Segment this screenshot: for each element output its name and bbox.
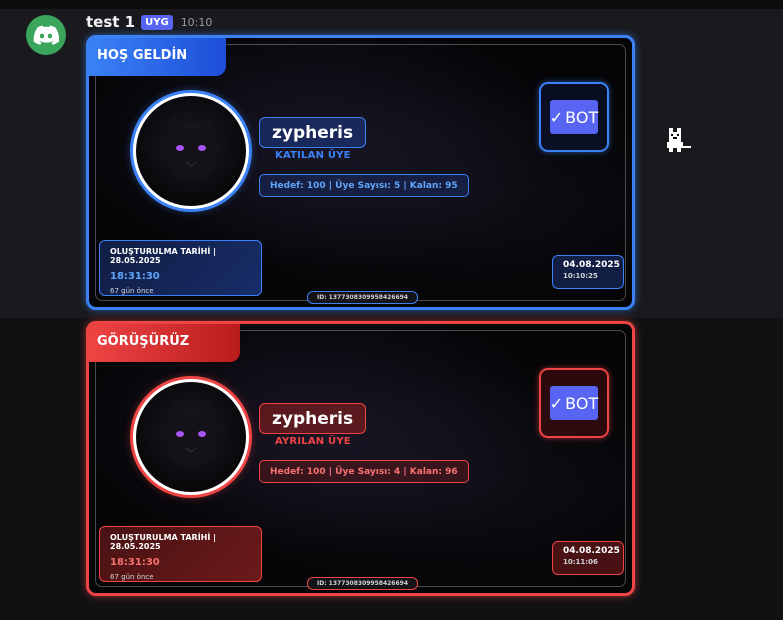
bot-badge-frame: ✓ BOT: [539, 368, 609, 438]
created-time: 18:31:30: [110, 271, 160, 282]
created-ago: 67 gün önce: [110, 287, 154, 295]
chat-top-edge: [0, 0, 783, 9]
account-created-box: OLUŞTURULMA TARİHİ | 28.05.2025 18:31:30…: [99, 240, 262, 296]
event-time: 10:11:06: [563, 558, 598, 566]
member-id: ID: 1377308309958426694: [307, 291, 418, 304]
card-title-banner: GÖRÜŞÜRÜZ: [89, 324, 240, 362]
account-created-box: OLUŞTURULMA TARİHİ | 28.05.2025 18:31:30…: [99, 526, 262, 582]
black-cat-avatar-icon: [164, 400, 218, 467]
created-time: 18:31:30: [110, 557, 160, 568]
goodbye-card-image[interactable]: GÖRÜŞÜRÜZ zypheris AYRILAN ÜYE Hedef: 10…: [86, 321, 635, 596]
checkmark-icon: ✓: [549, 393, 564, 413]
checkmark-icon: ✓: [549, 107, 564, 127]
member-username: zypheris: [259, 403, 367, 434]
member-avatar-ring: [133, 379, 249, 495]
bot-badge: ✓ BOT: [550, 386, 598, 420]
member-stats: Hedef: 100 | Üye Sayısı: 5 | Kalan: 95: [259, 174, 469, 197]
pixel-cat-icon: [667, 128, 691, 152]
member-action-label: AYRILAN ÜYE: [275, 436, 351, 447]
bot-badge-label: BOT: [565, 393, 599, 413]
created-ago: 67 gün önce: [110, 573, 154, 581]
member-id: ID: 1377308309958426694: [307, 577, 418, 590]
discord-logo-icon: [33, 25, 59, 45]
event-date-box: 04.08.2025 10:10:25: [552, 255, 624, 289]
app-tag-badge: UYG: [141, 14, 173, 30]
created-date-label: OLUŞTURULMA TARİHİ | 28.05.2025: [110, 533, 217, 551]
created-date-label: OLUŞTURULMA TARİHİ | 28.05.2025: [110, 247, 217, 265]
event-date: 04.08.2025: [563, 546, 620, 556]
member-avatar: [136, 96, 246, 206]
author-name[interactable]: test 1: [86, 13, 135, 31]
event-time: 10:10:25: [563, 272, 598, 280]
member-username: zypheris: [259, 117, 367, 148]
card-title-banner: HOŞ GELDİN: [89, 38, 226, 76]
member-avatar: [136, 382, 246, 492]
message-header: test 1 UYG 10:10: [86, 13, 212, 31]
member-stats: Hedef: 100 | Üye Sayısı: 4 | Kalan: 96: [259, 460, 469, 483]
author-avatar[interactable]: [26, 15, 66, 55]
bot-badge-frame: ✓ BOT: [539, 82, 609, 152]
member-action-label: KATILAN ÜYE: [275, 150, 351, 161]
welcome-card-image[interactable]: HOŞ GELDİN zypheris KATILAN ÜYE Hedef: 1…: [86, 35, 635, 310]
event-date-box: 04.08.2025 10:11:06: [552, 541, 624, 575]
black-cat-avatar-icon: [164, 114, 218, 181]
bot-badge: ✓ BOT: [550, 100, 598, 134]
member-avatar-ring: [133, 93, 249, 209]
message-timestamp[interactable]: 10:10: [181, 16, 213, 29]
event-date: 04.08.2025: [563, 260, 620, 270]
bot-badge-label: BOT: [565, 107, 599, 127]
